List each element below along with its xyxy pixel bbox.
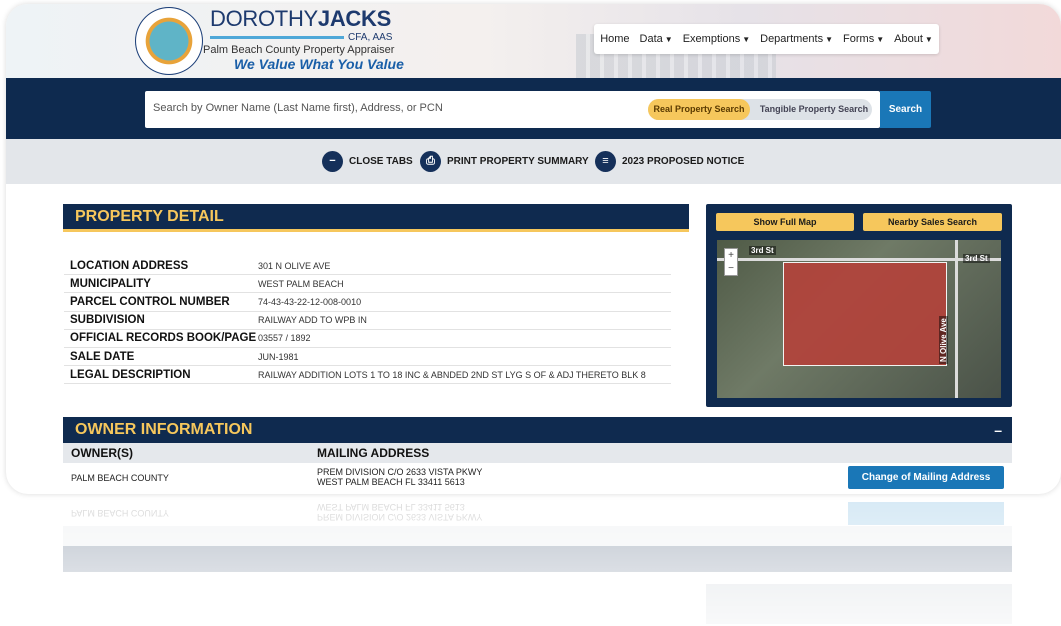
detail-value: 301 N OLIVE AVE xyxy=(258,260,331,271)
search-button[interactable]: Search xyxy=(880,91,931,128)
nav-about[interactable]: About ▼ xyxy=(894,33,933,45)
detail-row: LEGAL DESCRIPTION RAILWAY ADDITION LOTS 1… xyxy=(64,366,671,385)
map-panel: Show Full Map Nearby Sales Search + − 3rd… xyxy=(706,204,1012,407)
detail-value: 03557 / 1892 xyxy=(258,333,311,344)
search-type-toggle: Real Property Search Tangible Property S… xyxy=(648,99,872,120)
real-property-search-toggle[interactable]: Real Property Search xyxy=(648,99,750,120)
site-header: DOROTHYJACKS CFA, AAS Palm Beach County … xyxy=(6,4,1061,78)
detail-row: LOCATION ADDRESS 301 N OLIVE AVE xyxy=(64,257,671,276)
logo-name[interactable]: DOROTHYJACKS xyxy=(210,6,391,32)
print-summary-button[interactable]: ⎙ PRINT PROPERTY SUMMARY xyxy=(420,151,589,172)
proposed-notice-button[interactable]: ≡ 2023 PROPOSED NOTICE xyxy=(595,151,744,172)
aerial-map[interactable]: + − 3rd St 3rd St N Olive Ave xyxy=(717,240,1001,398)
detail-label: PARCEL CONTROL NUMBER xyxy=(70,295,230,308)
printer-icon: ⎙ xyxy=(420,151,441,172)
caret-down-icon: ▼ xyxy=(924,35,933,44)
detail-row: OFFICIAL RECORDS BOOK/PAGE 03557 / 1892 xyxy=(64,330,671,348)
search-bar: Search by Owner Name (Last Name first), … xyxy=(6,78,1061,139)
detail-label: SUBDIVISION xyxy=(70,314,145,327)
caret-down-icon: ▼ xyxy=(876,35,885,44)
caret-down-icon: ▼ xyxy=(825,35,834,44)
minus-circle-icon: − xyxy=(322,151,343,172)
search-input[interactable]: Search by Owner Name (Last Name first), … xyxy=(145,91,880,128)
parcel-highlight xyxy=(783,262,947,366)
property-detail-heading: PROPERTY DETAIL xyxy=(63,204,689,232)
logo-divider xyxy=(210,36,344,39)
reflection-fade xyxy=(6,494,1061,626)
owner-name: PALM BEACH COUNTY xyxy=(71,473,169,483)
detail-label: OFFICIAL RECORDS BOOK/PAGE xyxy=(70,332,257,345)
nav-exemptions[interactable]: Exemptions ▼ xyxy=(683,33,750,45)
owner-information-title: OWNER INFORMATION xyxy=(75,421,253,438)
page-card: DOROTHYJACKS CFA, AAS Palm Beach County … xyxy=(6,4,1061,494)
mailing-address-column-header: MAILING ADDRESS xyxy=(317,446,430,460)
caret-down-icon: ▼ xyxy=(742,35,751,44)
map-street-label: 3rd St xyxy=(749,246,776,255)
logo-subtitle: Palm Beach County Property Appraiser xyxy=(203,44,395,56)
change-mailing-address-button[interactable]: Change of Mailing Address xyxy=(848,466,1004,489)
detail-row: SALE DATE JUN-1981 xyxy=(64,348,671,367)
document-notice-icon: ≡ xyxy=(595,151,616,172)
detail-value: 74-43-43-22-12-008-0010 xyxy=(258,296,362,307)
nav-data[interactable]: Data ▼ xyxy=(640,33,673,45)
map-zoom-control[interactable]: + − xyxy=(724,248,738,276)
owners-column-header: OWNER(S) xyxy=(71,446,133,460)
close-tabs-button[interactable]: − CLOSE TABS xyxy=(322,151,413,172)
zoom-in-button[interactable]: + xyxy=(725,249,737,262)
show-full-map-button[interactable]: Show Full Map xyxy=(716,213,854,231)
detail-value: RAILWAY ADD TO WPB IN xyxy=(258,315,367,326)
nav-home[interactable]: Home xyxy=(600,33,629,45)
tangible-property-search-toggle[interactable]: Tangible Property Search xyxy=(756,99,872,120)
detail-row: PARCEL CONTROL NUMBER 74-43-43-22-12-008-… xyxy=(64,293,671,312)
road-3rd-st xyxy=(717,258,1001,261)
detail-label: MUNICIPALITY xyxy=(70,277,151,290)
detail-row: SUBDIVISION RAILWAY ADD TO WPB IN xyxy=(64,312,671,330)
detail-label: SALE DATE xyxy=(70,350,135,363)
map-street-label: 3rd St xyxy=(963,254,990,263)
page-reflection: PALM BEACH COUNTY WEST PALM BEACH FL 334… xyxy=(6,494,1061,626)
main-nav: Home Data ▼ Exemptions ▼ Departments ▼ Form… xyxy=(594,24,939,54)
owner-table-header: OWNER(S) MAILING ADDRESS xyxy=(63,443,1012,463)
road-olive-ave xyxy=(955,240,958,398)
county-seal-logo[interactable] xyxy=(135,7,203,75)
mailing-address-line1: PREM DIVISION C/O 2633 VISTA PKWY xyxy=(317,467,483,477)
collapse-icon[interactable]: – xyxy=(994,417,1002,443)
detail-label: LEGAL DESCRIPTION xyxy=(70,368,191,381)
logo-credentials: CFA, AAS xyxy=(348,32,393,43)
detail-value: RAILWAY ADDITION LOTS 1 TO 18 INC & ABND… xyxy=(258,369,646,380)
search-placeholder: Search by Owner Name (Last Name first), … xyxy=(153,102,443,114)
nav-forms[interactable]: Forms ▼ xyxy=(843,33,884,45)
detail-value: JUN-1981 xyxy=(258,351,299,362)
owner-row: PALM BEACH COUNTY PREM DIVISION C/O 2633… xyxy=(63,463,1012,493)
logo-tagline: We Value What You Value xyxy=(234,56,404,72)
owner-information-heading[interactable]: OWNER INFORMATION – xyxy=(63,417,1012,443)
detail-value: WEST PALM BEACH xyxy=(258,278,344,289)
nav-departments[interactable]: Departments ▼ xyxy=(760,33,833,45)
caret-down-icon: ▼ xyxy=(664,35,673,44)
nearby-sales-search-button[interactable]: Nearby Sales Search xyxy=(863,213,1002,231)
detail-row: MUNICIPALITY WEST PALM BEACH xyxy=(64,275,671,294)
close-tabs-label: CLOSE TABS xyxy=(349,156,413,167)
zoom-out-button[interactable]: − xyxy=(725,262,737,275)
detail-label: LOCATION ADDRESS xyxy=(70,259,189,272)
map-street-label: N Olive Ave xyxy=(939,316,948,364)
print-summary-label: PRINT PROPERTY SUMMARY xyxy=(447,156,589,167)
property-detail-table: LOCATION ADDRESS 301 N OLIVE AVE MUNICIPA… xyxy=(64,257,671,385)
tools-bar: − CLOSE TABS ⎙ PRINT PROPERTY SUMMARY ≡ … xyxy=(6,139,1061,184)
proposed-notice-label: 2023 PROPOSED NOTICE xyxy=(622,156,745,167)
mailing-address-line2: WEST PALM BEACH FL 33411 5613 xyxy=(317,477,465,487)
